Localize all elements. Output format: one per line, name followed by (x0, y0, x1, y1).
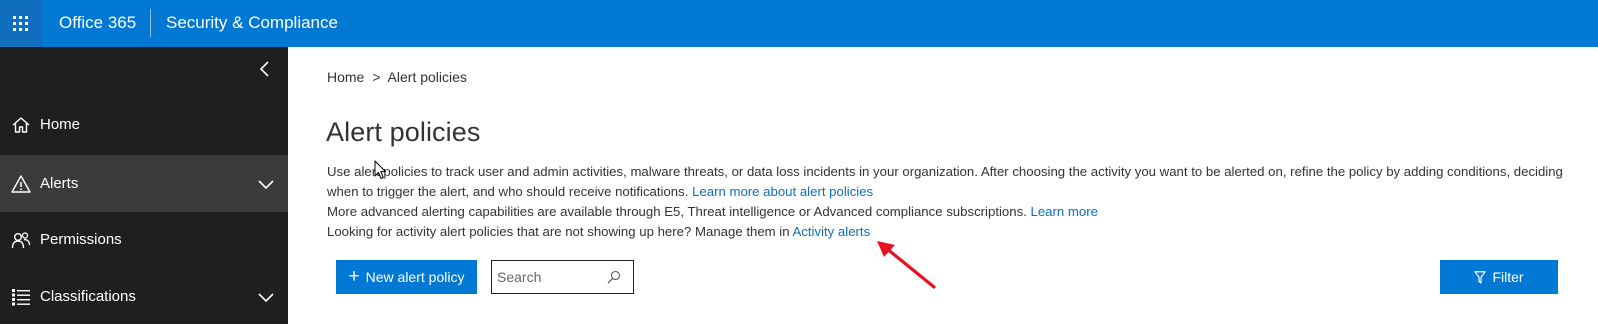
page-title: Alert policies (326, 117, 481, 147)
filter-icon (1474, 270, 1487, 284)
filter-label: Filter (1492, 269, 1524, 285)
plus-icon: + (348, 265, 360, 287)
sidebar-item-alerts[interactable]: Alerts (0, 155, 288, 212)
learn-more-link[interactable]: Learn more (1031, 204, 1098, 219)
sidebar-item-label: Classifications (40, 288, 136, 305)
new-alert-policy-label: New alert policy (365, 269, 465, 285)
people-icon (11, 231, 31, 248)
learn-more-alert-policies-link[interactable]: Learn more about alert policies (692, 184, 873, 199)
mouse-pointer-icon (374, 160, 386, 179)
page-description: Use alert policies to track user and adm… (327, 162, 1577, 242)
activity-alerts-link[interactable]: Activity alerts (793, 224, 871, 239)
list-icon (12, 288, 30, 305)
annotation-arrow-icon (877, 241, 936, 289)
office-365-brand[interactable]: Office 365 (59, 12, 136, 34)
filter-button[interactable]: Filter (1440, 260, 1558, 294)
search-icon[interactable] (607, 270, 621, 284)
breadcrumb-separator: > (372, 69, 381, 85)
sidebar-item-label: Home (40, 116, 81, 133)
sidebar-item-classifications[interactable]: Classifications (0, 268, 288, 325)
chevron-down-icon[interactable] (257, 291, 275, 303)
header-divider (150, 9, 151, 37)
breadcrumb-current: Alert policies (387, 69, 467, 85)
description-text-2: More advanced alerting capabilities are … (327, 204, 1027, 219)
breadcrumb: Home > Alert policies (327, 69, 467, 85)
chevron-left-icon[interactable] (255, 59, 275, 79)
search-input[interactable] (497, 262, 605, 292)
top-bar: Office 365 Security & Compliance (0, 0, 1598, 47)
sidebar-item-home[interactable]: Home (0, 96, 288, 153)
product-title[interactable]: Security & Compliance (166, 12, 338, 34)
sidebar-item-permissions[interactable]: Permissions (0, 211, 288, 268)
app-launcher-icon[interactable] (0, 0, 42, 47)
search-box[interactable] (491, 260, 634, 294)
chevron-down-icon[interactable] (257, 178, 275, 190)
main-content: Home > Alert policies Alert policies Use a… (288, 47, 1598, 324)
new-alert-policy-button[interactable]: + New alert policy (336, 260, 477, 294)
sidebar-item-label: Permissions (40, 231, 122, 248)
description-text-1: Use alert policies to track user and adm… (327, 164, 1563, 199)
warning-icon (11, 174, 31, 193)
home-icon (12, 116, 30, 133)
sidebar: Home Alerts Permissions Classifications (0, 47, 288, 324)
breadcrumb-home-link[interactable]: Home (327, 69, 364, 85)
sidebar-item-label: Alerts (40, 175, 79, 192)
description-text-3: Looking for activity alert policies that… (327, 224, 790, 239)
